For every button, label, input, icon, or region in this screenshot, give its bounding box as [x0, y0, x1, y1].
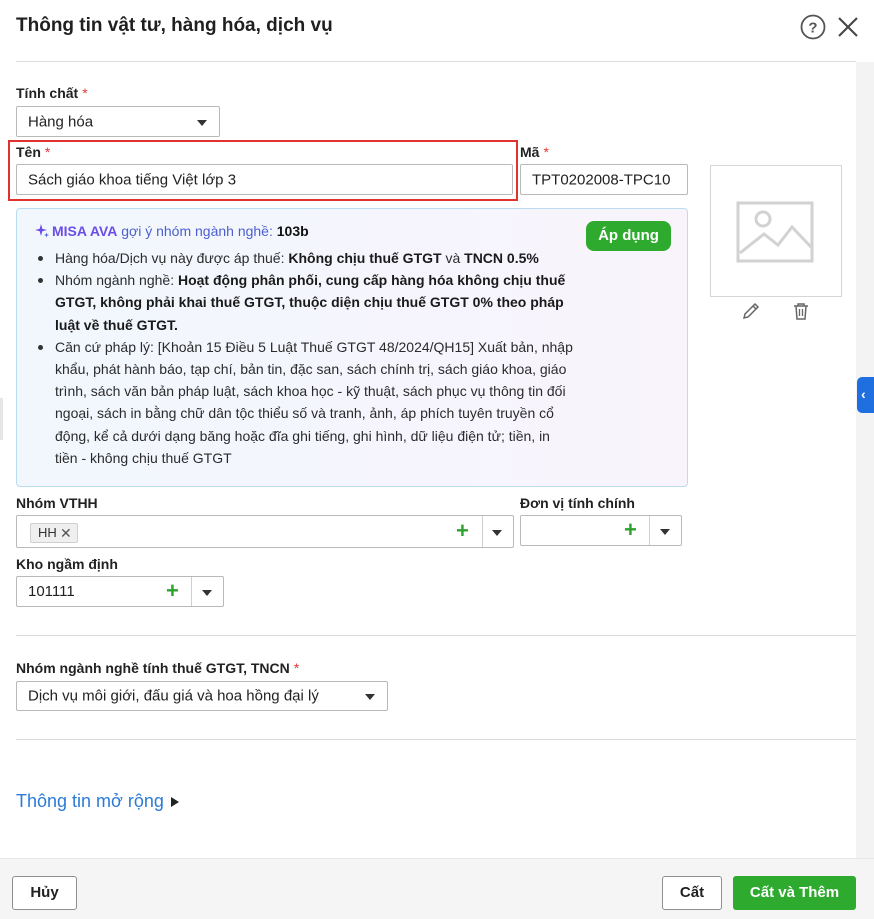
ma-input[interactable]: TPT0202008-TPC10: [520, 164, 688, 195]
section-divider: [16, 635, 856, 636]
ma-value: TPT0202008-TPC10: [532, 171, 671, 188]
help-icon[interactable]: ?: [800, 14, 826, 40]
image-placeholder-icon: [736, 201, 814, 263]
chevron-down-icon[interactable]: [492, 530, 502, 536]
save-and-add-button[interactable]: Cất và Thêm: [733, 876, 856, 910]
nhom-vthh-label: Nhóm VTHH: [16, 495, 98, 511]
left-edge-handle: [0, 398, 3, 440]
dialog-title: Thông tin vật tư, hàng hóa, dịch vụ: [16, 15, 333, 36]
ai-brand: MISA AVA: [52, 223, 118, 239]
tag-chip: HH ✕: [30, 523, 78, 543]
ten-input[interactable]: Sách giáo khoa tiếng Việt lớp 3: [16, 164, 513, 195]
divider: [191, 577, 192, 606]
ai-suggestion-panel: MISA AVA gợi ý nhóm ngành nghề: 103b Áp …: [16, 208, 688, 487]
chevron-down-icon[interactable]: [660, 529, 670, 535]
product-image-box[interactable]: [710, 165, 842, 297]
pencil-icon[interactable]: [741, 301, 761, 321]
chevron-down-icon: [365, 694, 375, 700]
sparkle-icon: [35, 224, 49, 238]
tag-remove-icon[interactable]: ✕: [60, 524, 72, 542]
tinh-chat-select[interactable]: Hàng hóa: [16, 106, 220, 137]
ma-label: Mã *: [520, 144, 549, 160]
tinh-chat-label: Tính chất *: [16, 85, 88, 101]
ai-suggestion-header: MISA AVA gợi ý nhóm ngành nghề: 103b: [35, 223, 309, 239]
nhom-nganh-nghe-label: Nhóm ngành nghề tính thuế GTGT, TNCN *: [16, 660, 300, 676]
ai-code: 103b: [276, 223, 309, 239]
chevron-left-icon: ‹: [861, 386, 866, 402]
section-divider: [16, 739, 856, 740]
header-divider: [16, 61, 856, 62]
side-panel-toggle[interactable]: ‹: [857, 377, 874, 413]
kho-label: Kho ngầm định: [16, 556, 118, 572]
nhom-vthh-combo[interactable]: HH ✕ +: [16, 515, 514, 548]
add-icon[interactable]: +: [624, 519, 637, 541]
apply-button[interactable]: Áp dụng: [586, 221, 671, 251]
cancel-button[interactable]: Hủy: [12, 876, 77, 910]
tag-label: HH: [38, 525, 57, 540]
extended-info-label: Thông tin mở rộng: [16, 791, 164, 811]
chevron-down-icon[interactable]: [202, 590, 212, 596]
tinh-chat-value: Hàng hóa: [28, 113, 94, 130]
kho-value: 101111: [28, 583, 75, 600]
add-icon[interactable]: +: [166, 580, 179, 602]
item-info-dialog: Thông tin vật tư, hàng hóa, dịch vụ ? Tí…: [0, 0, 874, 919]
save-button[interactable]: Cất: [662, 876, 722, 910]
divider: [482, 516, 483, 547]
trash-icon[interactable]: [791, 301, 811, 321]
divider: [649, 516, 650, 545]
close-icon[interactable]: [835, 14, 861, 40]
ai-suggestion-list: Hàng hóa/Dịch vụ này được áp thuế: Không…: [35, 247, 575, 469]
triangle-right-icon: [170, 797, 179, 808]
nhom-nganh-nghe-select[interactable]: Dịch vụ môi giới, đấu giá và hoa hồng đạ…: [16, 681, 388, 711]
ai-subtitle: gợi ý nhóm ngành nghề:: [117, 223, 277, 239]
list-item: Nhóm ngành nghề: Hoạt động phân phối, cu…: [35, 269, 575, 336]
don-vi-tinh-label: Đơn vị tính chính: [520, 495, 635, 511]
ten-value: Sách giáo khoa tiếng Việt lớp 3: [28, 171, 237, 188]
list-item: Căn cứ pháp lý: [Khoản 15 Điều 5 Luật Th…: [35, 336, 575, 469]
svg-text:?: ?: [808, 20, 817, 37]
don-vi-tinh-combo[interactable]: +: [520, 515, 682, 546]
nhom-nganh-nghe-value: Dịch vụ môi giới, đấu giá và hoa hồng đạ…: [28, 687, 319, 705]
ten-label: Tên *: [16, 144, 51, 160]
extended-info-toggle[interactable]: Thông tin mở rộng: [16, 791, 179, 812]
kho-combo[interactable]: 101111 +: [16, 576, 224, 607]
add-icon[interactable]: +: [456, 520, 469, 542]
list-item: Hàng hóa/Dịch vụ này được áp thuế: Không…: [35, 247, 575, 269]
dialog-footer: Hủy Cất Cất và Thêm: [0, 858, 874, 919]
scrollbar-track[interactable]: [856, 62, 874, 858]
chevron-down-icon: [197, 120, 207, 126]
